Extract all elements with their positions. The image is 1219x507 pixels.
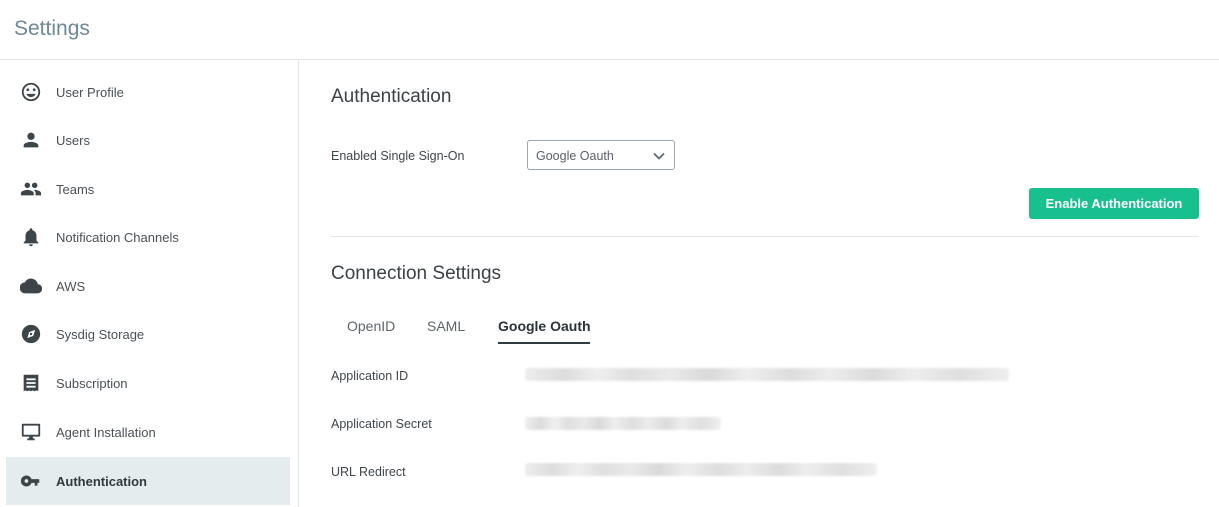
sidebar-item-users[interactable]: Users: [6, 116, 290, 164]
sidebar-item-notification-channels[interactable]: Notification Channels: [6, 213, 290, 261]
sidebar-item-label: Authentication: [56, 473, 147, 489]
url-redirect-value: [525, 463, 877, 476]
sso-label: Enabled Single Sign-On: [331, 149, 465, 163]
sidebar-item-subscription[interactable]: Subscription: [6, 359, 290, 407]
tab-openid[interactable]: OpenID: [347, 318, 395, 342]
sso-select-value: Google Oauth: [536, 149, 614, 163]
sidebar-item-authentication[interactable]: Authentication: [6, 457, 290, 505]
bell-icon: [20, 226, 42, 248]
sidebar-item-label: AWS: [56, 278, 86, 294]
sidebar-item-teams[interactable]: Teams: [6, 165, 290, 213]
sidebar-item-aws[interactable]: AWS: [6, 262, 290, 310]
sidebar: User Profile Users Teams Notification Ch…: [0, 60, 299, 507]
sidebar-item-label: Users: [56, 132, 90, 148]
connection-settings-title: Connection Settings: [331, 263, 502, 284]
application-secret-value: [525, 417, 721, 430]
url-redirect-label: URL Redirect: [331, 465, 406, 479]
sidebar-item-label: Teams: [56, 181, 95, 197]
sso-select[interactable]: Google Oauth: [527, 140, 675, 170]
group-icon: [20, 178, 42, 200]
sidebar-item-sysdig-storage[interactable]: Sysdig Storage: [6, 310, 290, 358]
sidebar-item-label: Notification Channels: [56, 229, 179, 245]
smiley-icon: [20, 81, 42, 103]
section-title: Authentication: [331, 86, 452, 107]
sidebar-item-label: User Profile: [56, 84, 124, 100]
storage-icon: [20, 323, 42, 345]
tab-google-oauth[interactable]: Google Oauth: [498, 318, 591, 342]
application-id-value: [525, 368, 1009, 381]
divider: [331, 236, 1199, 237]
application-id-label: Application ID: [331, 369, 409, 383]
main-panel: Authentication Enabled Single Sign-On Go…: [299, 60, 1219, 507]
enable-authentication-button[interactable]: Enable Authentication: [1029, 188, 1199, 219]
person-icon: [20, 129, 42, 151]
application-secret-label: Application Secret: [331, 417, 432, 431]
sidebar-item-label: Agent Installation: [56, 424, 156, 440]
sidebar-item-agent-installation[interactable]: Agent Installation: [6, 408, 290, 456]
tab-saml[interactable]: SAML: [427, 318, 465, 342]
receipt-icon: [20, 372, 42, 394]
sidebar-item-user-profile[interactable]: User Profile: [6, 68, 290, 116]
chevron-down-icon: [652, 149, 666, 163]
top-bar: Settings: [0, 0, 1219, 60]
active-tab-indicator: [498, 342, 590, 344]
monitor-icon: [20, 421, 42, 443]
sidebar-item-label: Subscription: [56, 375, 128, 391]
key-icon: [20, 470, 42, 492]
sidebar-item-label: Sysdig Storage: [56, 326, 145, 342]
cloud-icon: [20, 275, 42, 297]
page-title: Settings: [14, 17, 90, 40]
